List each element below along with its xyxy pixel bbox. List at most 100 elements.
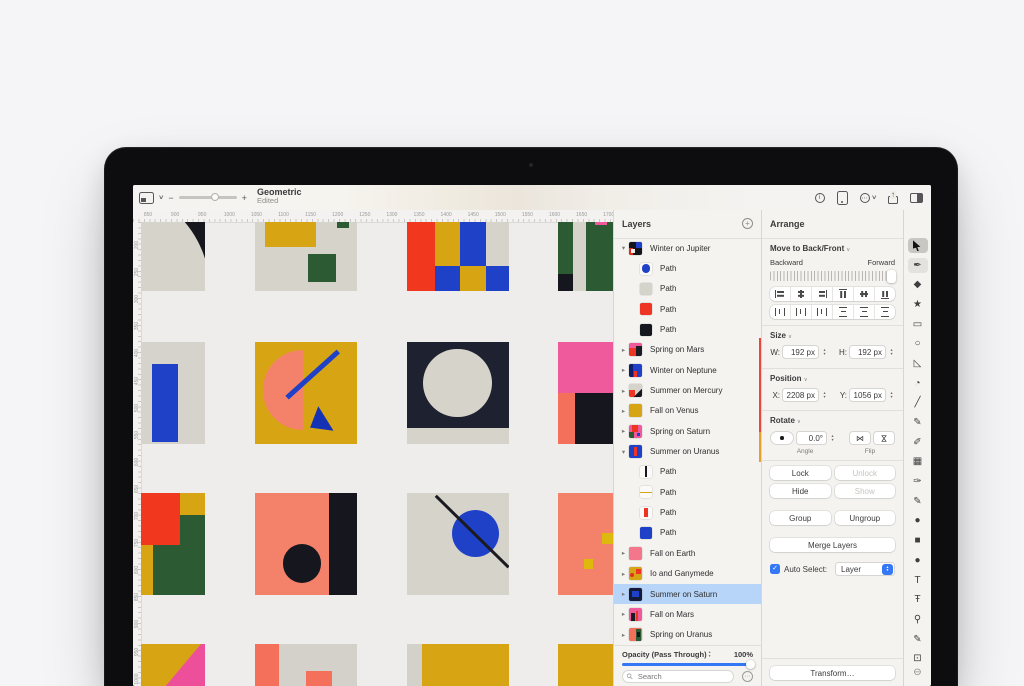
line-tool[interactable]: ╱ bbox=[904, 394, 931, 414]
blob-tool[interactable]: ● bbox=[904, 512, 931, 532]
angle-stepper[interactable]: ▴▾ bbox=[829, 434, 836, 441]
distribute-left-button[interactable] bbox=[770, 305, 791, 319]
flip-vertical-icon[interactable]: ⋈ bbox=[873, 431, 895, 445]
artboard[interactable] bbox=[407, 493, 509, 595]
layer-row[interactable]: ▸Fall on Earth bbox=[614, 543, 761, 563]
zoom-slider-knob[interactable] bbox=[211, 193, 219, 201]
opacity-slider[interactable] bbox=[622, 663, 753, 666]
chevron-right-icon[interactable]: ▸ bbox=[619, 427, 628, 435]
layer-row[interactable]: Path bbox=[614, 482, 761, 502]
artboard[interactable] bbox=[141, 644, 205, 686]
layer-row[interactable]: ▸Spring on Saturn bbox=[614, 421, 761, 441]
align-middle-button[interactable] bbox=[854, 287, 875, 301]
layer-row[interactable]: Path bbox=[614, 299, 761, 319]
artboard[interactable] bbox=[407, 644, 509, 686]
distribute-middle-button[interactable] bbox=[854, 305, 875, 319]
depth-slider-handle[interactable] bbox=[887, 270, 896, 283]
star-tool[interactable]: ★ bbox=[904, 295, 931, 315]
height-field[interactable]: 192 px bbox=[849, 345, 886, 359]
layer-row[interactable]: ▾Summer on Uranus bbox=[614, 441, 761, 461]
flip-horizontal-icon[interactable]: ⋈ bbox=[849, 431, 871, 445]
search-field[interactable]: ⚲ bbox=[622, 670, 734, 683]
layer-row[interactable]: Path bbox=[614, 319, 761, 339]
search-input[interactable] bbox=[636, 671, 720, 682]
zoom-slider[interactable] bbox=[179, 196, 237, 199]
move-back-front-label[interactable]: Move to Back/Front∨ bbox=[770, 244, 850, 253]
artboard[interactable] bbox=[558, 342, 613, 444]
circle-fill-tool[interactable]: ● bbox=[904, 551, 931, 571]
artboard[interactable] bbox=[255, 644, 357, 686]
artboard[interactable] bbox=[558, 644, 613, 686]
layer-row[interactable]: ▸Winter on Neptune bbox=[614, 360, 761, 380]
artboard[interactable] bbox=[407, 342, 509, 444]
align-right-button[interactable] bbox=[812, 287, 833, 301]
zoom-tool[interactable]: ⚲ bbox=[904, 610, 931, 630]
chevron-right-icon[interactable]: ▸ bbox=[619, 387, 628, 395]
height-stepper[interactable]: ▴▾ bbox=[888, 348, 895, 355]
artboard[interactable] bbox=[141, 493, 205, 595]
width-stepper[interactable]: ▴▾ bbox=[821, 348, 828, 355]
angle-field[interactable]: 0.0° bbox=[796, 431, 827, 445]
zoom-in-button[interactable]: + bbox=[242, 193, 247, 203]
share-icon[interactable]: ↑ bbox=[888, 192, 898, 204]
layer-row[interactable]: ▸Io and Ganymede bbox=[614, 564, 761, 584]
chevron-down-icon[interactable]: ▾ bbox=[619, 448, 628, 456]
pencil-tool[interactable]: ✎ bbox=[904, 413, 931, 433]
chevron-right-icon[interactable]: ▸ bbox=[619, 366, 628, 374]
align-center-horizontal-button[interactable] bbox=[791, 287, 812, 301]
chevron-right-icon[interactable]: ▸ bbox=[619, 407, 628, 415]
lock-button[interactable]: Lock bbox=[770, 466, 831, 480]
chevron-down-icon[interactable]: ∨ bbox=[158, 194, 164, 201]
layer-row[interactable]: ▸Spring on Mars bbox=[614, 340, 761, 360]
chevron-right-icon[interactable]: ▸ bbox=[619, 631, 628, 639]
distribute-top-button[interactable] bbox=[833, 305, 854, 319]
text-cursor-tool[interactable]: Ŧ bbox=[904, 590, 931, 610]
chevron-right-icon[interactable]: ▸ bbox=[619, 610, 628, 618]
artboard[interactable] bbox=[407, 222, 509, 291]
cursor-tool[interactable] bbox=[904, 236, 931, 256]
chevron-right-icon[interactable]: ▸ bbox=[619, 570, 628, 578]
layer-row[interactable]: ▸Summer on Saturn bbox=[614, 584, 761, 604]
artboard[interactable] bbox=[558, 222, 613, 291]
ellipse-tool[interactable]: ○ bbox=[904, 334, 931, 354]
distribute-bottom-button[interactable] bbox=[875, 305, 895, 319]
ellipsis-circle-icon[interactable]: ⋯ bbox=[860, 193, 870, 203]
layer-row[interactable]: ▸Fall on Venus bbox=[614, 401, 761, 421]
chevron-right-icon[interactable]: ▸ bbox=[619, 590, 628, 598]
layer-row[interactable]: Path bbox=[614, 258, 761, 278]
add-layer-icon[interactable]: + bbox=[742, 218, 753, 229]
more-menu[interactable]: ⋯∨ bbox=[860, 193, 876, 203]
width-field[interactable]: 192 px bbox=[782, 345, 819, 359]
artboard[interactable] bbox=[558, 493, 613, 595]
opacity-slider-knob[interactable] bbox=[746, 660, 755, 669]
auto-select-dropdown[interactable]: Layer ▴▾ bbox=[835, 562, 895, 576]
rounded-shape-tool[interactable]: ◔ bbox=[904, 374, 931, 394]
layer-row[interactable]: Path bbox=[614, 279, 761, 299]
fountain-pen-tool[interactable]: ✑ bbox=[904, 472, 931, 492]
hide-button[interactable]: Hide bbox=[770, 484, 831, 498]
align-bottom-button[interactable] bbox=[875, 287, 895, 301]
freeform-tool[interactable]: ◆ bbox=[904, 275, 931, 295]
remove-tool-icon[interactable]: ⊖ bbox=[904, 667, 931, 678]
merge-layers-button[interactable]: Merge Layers bbox=[770, 538, 895, 552]
x-stepper[interactable]: ▴▾ bbox=[821, 391, 828, 398]
x-field[interactable]: 2208 px bbox=[782, 388, 819, 402]
chevron-right-icon[interactable]: ▸ bbox=[619, 346, 628, 354]
stylus-tool[interactable]: ✎ bbox=[904, 630, 931, 650]
chevron-right-icon[interactable]: ▸ bbox=[619, 549, 628, 557]
align-left-button[interactable] bbox=[770, 287, 791, 301]
layer-row[interactable]: Path bbox=[614, 502, 761, 522]
zoom-out-button[interactable]: − bbox=[168, 193, 173, 203]
ungroup-button[interactable]: Ungroup bbox=[835, 511, 896, 525]
depth-slider[interactable] bbox=[770, 271, 895, 281]
polygon-tool[interactable]: ◺ bbox=[904, 354, 931, 374]
info-icon[interactable]: i bbox=[815, 193, 825, 203]
artboard[interactable] bbox=[141, 222, 205, 291]
layers-filter-icon[interactable]: ⋯ bbox=[742, 671, 753, 682]
insert-artboard-icon[interactable] bbox=[139, 192, 154, 204]
square-fill-tool[interactable]: ■ bbox=[904, 531, 931, 551]
align-top-button[interactable] bbox=[833, 287, 854, 301]
layer-row[interactable]: ▸Fall on Mars bbox=[614, 604, 761, 624]
position-label[interactable]: Position∨ bbox=[770, 374, 808, 383]
vector-pen-tool[interactable]: ✒ bbox=[904, 256, 931, 276]
